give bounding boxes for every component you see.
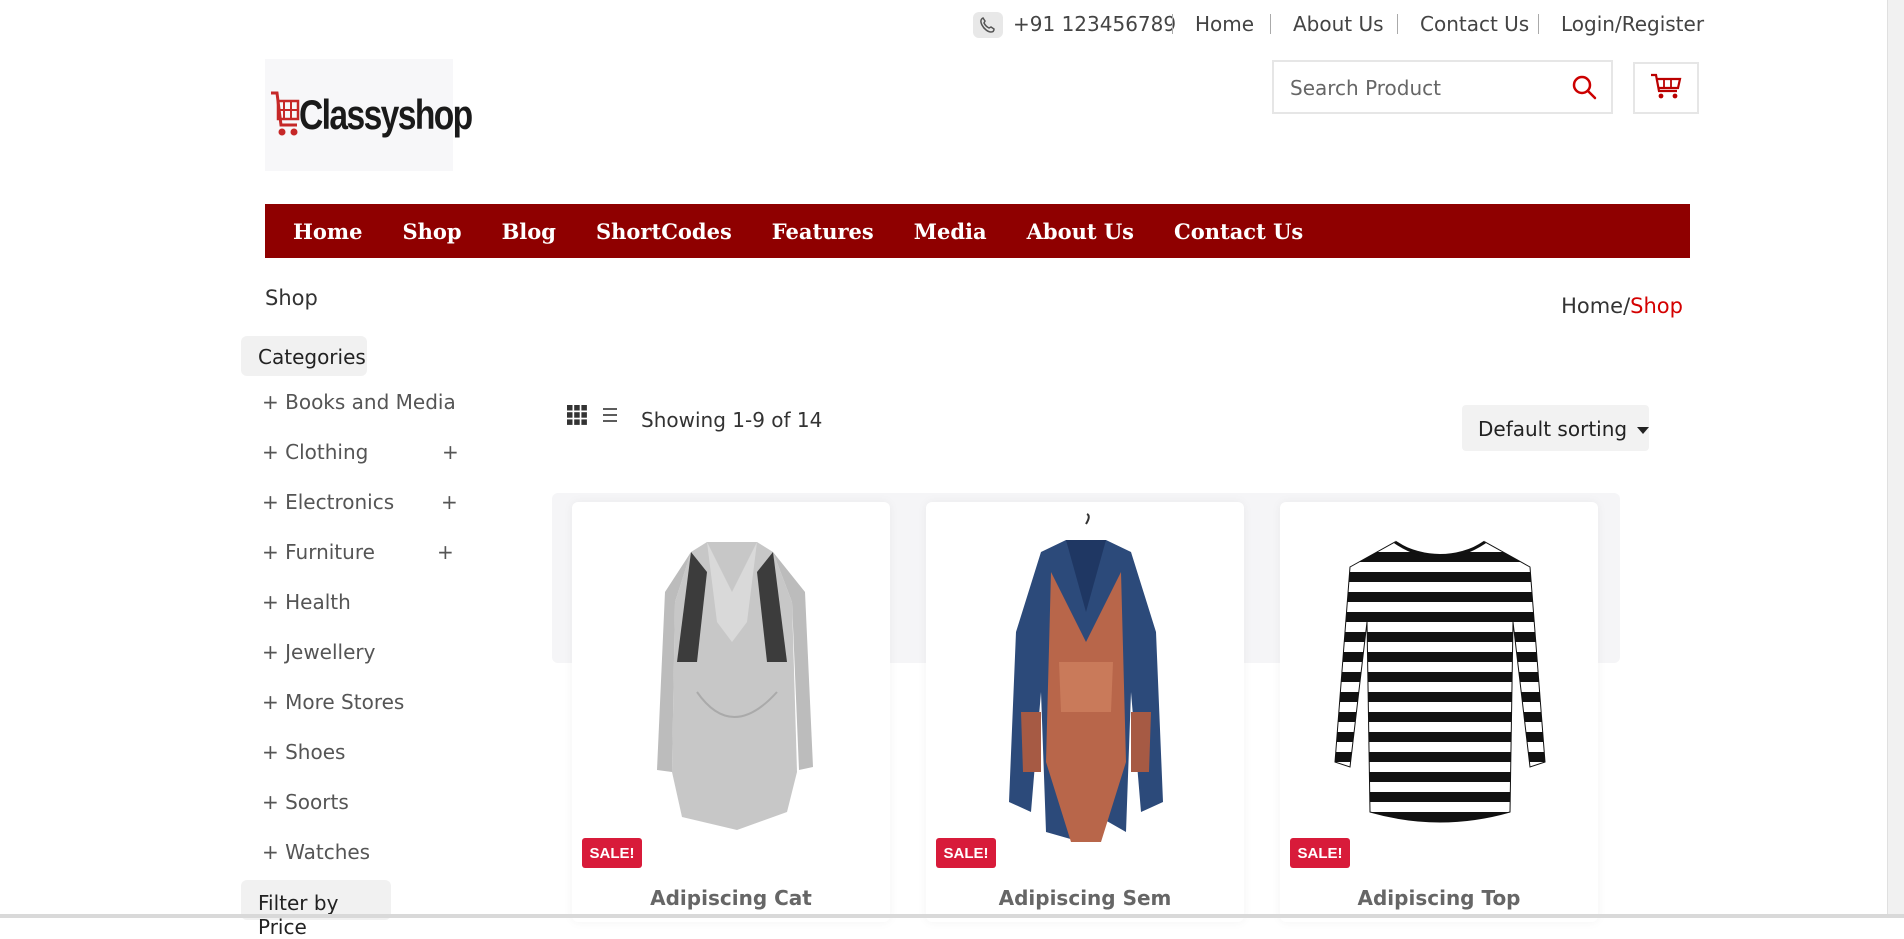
- categories-heading: Categories: [241, 336, 367, 376]
- category-item[interactable]: + Shoes: [262, 740, 472, 790]
- breadcrumb: Home/Shop: [1561, 294, 1683, 318]
- cart-button[interactable]: [1633, 62, 1699, 114]
- product-card[interactable]: SALE! Adipiscing Cat: [572, 502, 890, 922]
- divider: [1397, 14, 1398, 34]
- category-label[interactable]: + Books and Media: [262, 390, 456, 414]
- category-label[interactable]: + Shoes: [262, 740, 345, 764]
- top-link-login-register[interactable]: Login/Register: [1561, 12, 1704, 36]
- expand-toggle[interactable]: +: [442, 440, 459, 464]
- breadcrumb-current: Shop: [1630, 294, 1683, 318]
- product-card[interactable]: SALE! Adipiscing Sem: [926, 502, 1244, 922]
- logo-text: Classyshop: [299, 91, 473, 138]
- category-label[interactable]: + More Stores: [262, 690, 404, 714]
- category-label[interactable]: + Soorts: [262, 790, 349, 814]
- divider: [1172, 14, 1173, 34]
- product-card[interactable]: SALE! Adipiscing Top: [1280, 502, 1598, 922]
- category-item[interactable]: + Furniture +: [262, 540, 472, 590]
- category-item[interactable]: + Books and Media: [262, 390, 472, 440]
- search-box: [1272, 60, 1613, 114]
- horizontal-scrollbar[interactable]: [0, 914, 1904, 918]
- phone-icon: [973, 12, 1003, 38]
- breadcrumb-home[interactable]: Home/: [1561, 294, 1630, 318]
- top-bar: +91 123456789 Home About Us Contact Us L…: [0, 0, 1904, 50]
- nav-about-us[interactable]: About Us: [1027, 219, 1134, 244]
- cart-icon: [1650, 72, 1682, 104]
- grid-view-icon[interactable]: [567, 405, 587, 429]
- divider: [1538, 14, 1539, 34]
- divider: [1270, 14, 1271, 34]
- nav-blog[interactable]: Blog: [502, 219, 556, 244]
- category-label[interactable]: + Jewellery: [262, 640, 375, 664]
- category-label[interactable]: + Clothing: [262, 440, 368, 464]
- expand-toggle[interactable]: +: [441, 490, 458, 514]
- category-item[interactable]: + Soorts: [262, 790, 472, 840]
- nav-media[interactable]: Media: [914, 219, 987, 244]
- top-link-contact[interactable]: Contact Us: [1420, 12, 1529, 36]
- top-link-home[interactable]: Home: [1195, 12, 1254, 36]
- nav-contact-us[interactable]: Contact Us: [1174, 219, 1303, 244]
- search-icon[interactable]: [1571, 74, 1597, 104]
- product-title[interactable]: Adipiscing Cat: [572, 886, 890, 910]
- cart-logo-icon: [269, 85, 301, 145]
- nav-home[interactable]: Home: [293, 219, 362, 244]
- product-title[interactable]: Adipiscing Top: [1280, 886, 1598, 910]
- sale-badge: SALE!: [936, 838, 996, 868]
- vertical-scrollbar[interactable]: [1887, 0, 1904, 918]
- category-label[interactable]: + Watches: [262, 840, 370, 864]
- page-title: Shop: [265, 286, 318, 310]
- main-navigation: Home Shop Blog ShortCodes Features Media…: [265, 204, 1690, 258]
- category-item[interactable]: + Electronics +: [262, 490, 472, 540]
- category-item[interactable]: + More Stores: [262, 690, 472, 740]
- category-item[interactable]: + Jewellery: [262, 640, 472, 690]
- sort-dropdown[interactable]: Default sorting: [1462, 405, 1650, 451]
- result-count: Showing 1-9 of 14: [641, 408, 823, 432]
- product-title[interactable]: Adipiscing Sem: [926, 886, 1244, 910]
- category-list: + Books and Media + Clothing + + Electro…: [262, 390, 472, 890]
- list-view-icon[interactable]: [601, 406, 619, 428]
- product-image[interactable]: [1295, 512, 1585, 852]
- category-label[interactable]: + Furniture: [262, 540, 375, 564]
- nav-features[interactable]: Features: [772, 219, 874, 244]
- category-item[interactable]: + Health: [262, 590, 472, 640]
- category-label[interactable]: + Electronics: [262, 490, 394, 514]
- caret-down-icon: [1637, 427, 1650, 434]
- nav-shortcodes[interactable]: ShortCodes: [596, 219, 732, 244]
- phone-number: +91 123456789: [1013, 12, 1177, 36]
- sale-badge: SALE!: [1290, 838, 1350, 868]
- sale-badge: SALE!: [582, 838, 642, 868]
- top-link-about[interactable]: About Us: [1293, 12, 1384, 36]
- category-label[interactable]: + Health: [262, 590, 351, 614]
- expand-toggle[interactable]: +: [437, 540, 454, 564]
- product-image[interactable]: [941, 512, 1231, 852]
- sort-selected-value: Default sorting: [1478, 417, 1628, 441]
- product-image[interactable]: [587, 512, 877, 852]
- search-input[interactable]: [1288, 73, 1558, 103]
- site-logo[interactable]: Classyshop: [265, 59, 473, 171]
- category-item[interactable]: + Clothing +: [262, 440, 472, 490]
- nav-shop[interactable]: Shop: [402, 219, 461, 244]
